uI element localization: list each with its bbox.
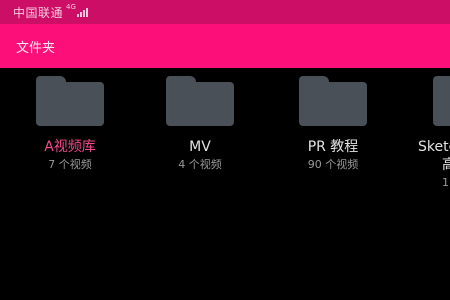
network-type-icon: 4G (66, 2, 76, 11)
folder-video-count: 7 个视频 (48, 158, 92, 171)
folder-name-line-1: Sketc (418, 139, 450, 155)
folder-icon (166, 76, 234, 126)
folder-name: PR 教程 (307, 139, 359, 155)
folder-video-count: 4 个视频 (178, 158, 222, 171)
folder-icon (299, 76, 367, 126)
folder-name: MV (189, 139, 211, 155)
signal-strength-icon (76, 7, 88, 17)
page-title: 文件夹 (16, 40, 56, 56)
screen: 中国联通 4G 文件夹 A视频库 7 个视频 MV 4 个视频 PR 教程 90… (0, 0, 450, 300)
folder-item-a-video-library[interactable]: A视频库 7 个视频 (5, 76, 135, 206)
folder-item-sketch[interactable]: Sketc 高 1 (400, 76, 450, 206)
folder-video-count: 90 个视频 (307, 158, 359, 171)
carrier-label: 中国联通 (13, 5, 64, 20)
folder-item-pr-tutorial[interactable]: PR 教程 90 个视频 (268, 76, 398, 206)
folder-name: Sketc 高 (400, 138, 450, 174)
folder-name: A视频库 (44, 139, 96, 155)
folder-video-count: 1 (442, 176, 449, 189)
folder-icon (36, 76, 104, 126)
folder-grid: A视频库 7 个视频 MV 4 个视频 PR 教程 90 个视频 Sketc 高 (0, 68, 450, 300)
app-bar: 文件夹 (0, 24, 450, 68)
folder-name-line-2: 高 (442, 157, 450, 173)
folder-icon (433, 76, 450, 126)
folder-item-mv[interactable]: MV 4 个视频 (135, 76, 265, 206)
status-bar: 中国联通 4G (0, 0, 450, 24)
